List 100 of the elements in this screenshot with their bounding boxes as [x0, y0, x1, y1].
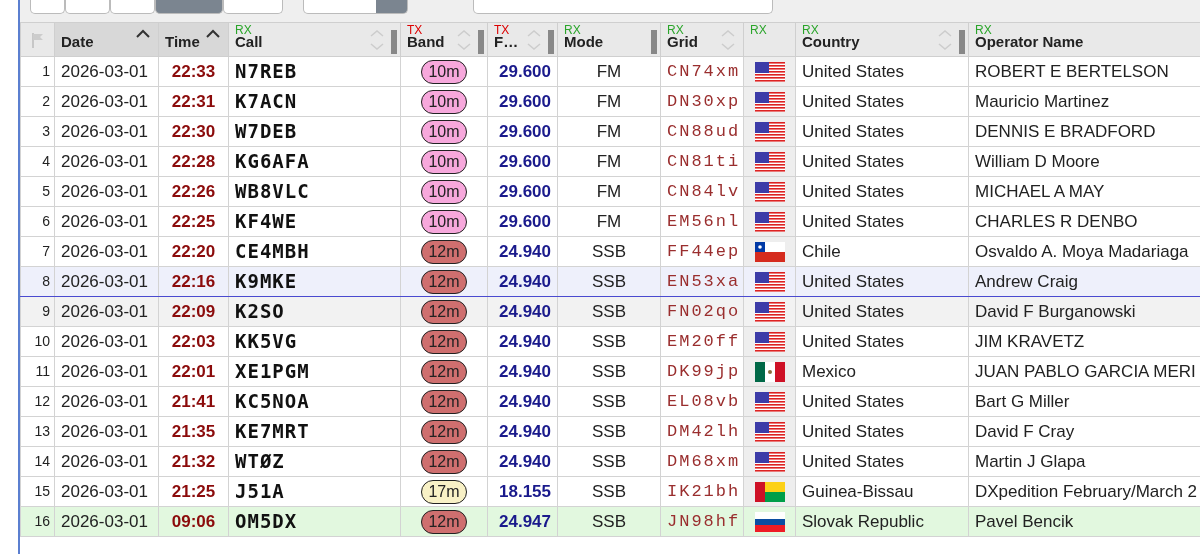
band-pill: 17m — [421, 479, 467, 504]
time-cell: 22:26 — [158, 176, 229, 207]
country-cell: United States — [795, 326, 969, 357]
grid-cell: EN53xa — [660, 266, 744, 297]
resize-handle[interactable] — [478, 30, 484, 54]
row-number: 5 — [20, 176, 55, 207]
resize-handle[interactable] — [959, 30, 965, 54]
mode-cell: SSB — [557, 296, 661, 327]
frequency-cell: 29.600 — [487, 86, 558, 117]
band-pill: 12m — [421, 269, 467, 294]
time-cell: 21:32 — [158, 446, 229, 477]
callsign-cell: OM5DX — [228, 506, 401, 537]
frequency-cell: 18.155 — [487, 476, 558, 507]
mode-cell: FM — [557, 206, 661, 237]
date-cell: 2026-03-01 — [54, 416, 159, 447]
row-number: 9 — [20, 296, 55, 327]
country-cell: United States — [795, 206, 969, 237]
date-cell: 2026-03-01 — [54, 356, 159, 387]
mode-cell: SSB — [557, 326, 661, 357]
country-cell: United States — [795, 146, 969, 177]
band-pill: 12m — [421, 509, 467, 534]
date-cell: 2026-03-01 — [54, 446, 159, 477]
frequency-cell: 24.940 — [487, 416, 558, 447]
country-cell: United States — [795, 176, 969, 207]
row-number: 7 — [20, 236, 55, 267]
toolbar-button[interactable] — [30, 0, 65, 14]
band-pill: 12m — [421, 329, 467, 354]
date-cell: 2026-03-01 — [54, 116, 159, 147]
row-number: 12 — [20, 386, 55, 417]
callsign-cell: K7ACN — [228, 86, 401, 117]
band-pill: 12m — [421, 449, 467, 474]
date-cell: 2026-03-01 — [54, 266, 159, 297]
time-cell: 22:09 — [158, 296, 229, 327]
row-number: 10 — [20, 326, 55, 357]
callsign-cell: W7DEB — [228, 116, 401, 147]
row-number: 15 — [20, 476, 55, 507]
frequency-cell: 29.600 — [487, 56, 558, 87]
country-cell: United States — [795, 416, 969, 447]
time-cell: 22:28 — [158, 146, 229, 177]
frequency-cell: 29.600 — [487, 146, 558, 177]
grid-cell: JN98hf — [660, 506, 744, 537]
country-cell: Guinea-Bissau — [795, 476, 969, 507]
callsign-cell: KF4WE — [228, 206, 401, 237]
mode-cell: SSB — [557, 266, 661, 297]
row-number: 3 — [20, 116, 55, 147]
grid-cell: FF44ep — [660, 236, 744, 267]
mode-cell: SSB — [557, 506, 661, 537]
time-cell: 22:31 — [158, 86, 229, 117]
time-cell: 22:30 — [158, 116, 229, 147]
mode-cell: SSB — [557, 446, 661, 477]
country-cell: United States — [795, 86, 969, 117]
band-pill: 10m — [421, 119, 467, 144]
band-pill: 12m — [421, 419, 467, 444]
time-cell: 09:06 — [158, 506, 229, 537]
input-field[interactable] — [473, 0, 773, 14]
column-tag: TX — [494, 24, 510, 36]
column-tag: RX — [975, 24, 992, 36]
mode-cell: SSB — [557, 416, 661, 447]
column-tag: RX — [235, 24, 252, 36]
column-tag: RX — [564, 24, 581, 36]
grid-cell: EM20ff — [660, 326, 744, 357]
toolbar-button[interactable] — [110, 0, 155, 14]
band-pill: 12m — [421, 389, 467, 414]
time-cell: 21:41 — [158, 386, 229, 417]
grid-cell: CN88ud — [660, 116, 744, 147]
toolbar-button[interactable] — [223, 0, 283, 14]
grid-cell: DM42lh — [660, 416, 744, 447]
grid-cell: DM68xm — [660, 446, 744, 477]
callsign-cell: CE4MBH — [228, 236, 401, 267]
grid-cell: CN81ti — [660, 146, 744, 177]
mode-cell: SSB — [557, 386, 661, 417]
resize-handle[interactable] — [651, 30, 657, 54]
frequency-cell: 24.940 — [487, 386, 558, 417]
frequency-cell: 24.940 — [487, 326, 558, 357]
band-pill: 12m — [421, 359, 467, 384]
time-cell: 21:25 — [158, 476, 229, 507]
band-pill: 12m — [421, 299, 467, 324]
frequency-cell: 24.940 — [487, 296, 558, 327]
date-cell: 2026-03-01 — [54, 326, 159, 357]
country-cell: Mexico — [795, 356, 969, 387]
mode-cell: FM — [557, 146, 661, 177]
resize-handle[interactable] — [548, 30, 554, 54]
date-cell: 2026-03-01 — [54, 476, 159, 507]
row-number: 8 — [20, 266, 55, 297]
frequency-cell: 24.940 — [487, 356, 558, 387]
dropdown-field[interactable] — [303, 0, 408, 14]
time-cell: 22:01 — [158, 356, 229, 387]
callsign-cell: KE7MRT — [228, 416, 401, 447]
callsign-cell: WB8VLC — [228, 176, 401, 207]
country-cell: United States — [795, 56, 969, 87]
toolbar-button[interactable] — [155, 0, 223, 14]
toolbar-button[interactable] — [65, 0, 110, 14]
grid-cell: IK21bh — [660, 476, 744, 507]
row-number: 11 — [20, 356, 55, 387]
mode-cell: FM — [557, 176, 661, 207]
mode-cell: FM — [557, 56, 661, 87]
frequency-cell: 29.600 — [487, 206, 558, 237]
date-cell: 2026-03-01 — [54, 386, 159, 417]
resize-handle[interactable] — [391, 30, 397, 54]
country-cell: United States — [795, 116, 969, 147]
